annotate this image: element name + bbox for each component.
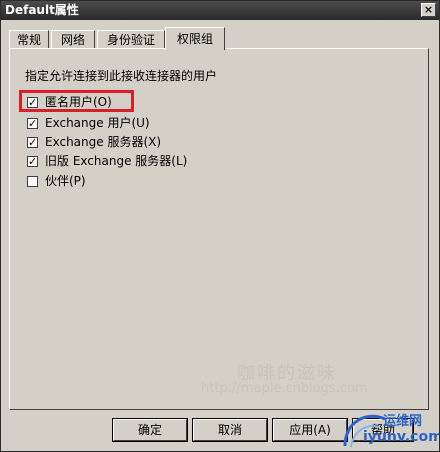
- tab-general[interactable]: 常规: [9, 30, 49, 48]
- apply-button[interactable]: 应用(A): [273, 419, 347, 441]
- checkbox-label: 伙伴(P): [45, 174, 86, 188]
- window-title: Default属性: [5, 3, 79, 17]
- exchange-users-checkbox[interactable]: ✓ Exchange 用户(U): [27, 115, 150, 131]
- checkbox-box[interactable]: [27, 175, 38, 187]
- partners-checkbox[interactable]: 伙伴(P): [27, 173, 86, 189]
- ok-button[interactable]: 确定: [113, 419, 187, 441]
- tab-permission-groups[interactable]: 权限组: [165, 27, 225, 50]
- tab-strip: 常规 网络 身份验证 权限组: [9, 27, 429, 50]
- checkbox-box[interactable]: ✓: [27, 117, 38, 129]
- close-icon[interactable]: ×: [421, 3, 436, 17]
- title-bar: Default属性 ×: [1, 1, 439, 20]
- tab-network[interactable]: 网络: [51, 30, 95, 48]
- watermark-url: http://maple.cnblogs.com: [201, 381, 368, 396]
- checkbox-label: Exchange 服务器(X): [45, 135, 162, 149]
- checkbox-label: 旧版 Exchange 服务器(L): [45, 154, 188, 168]
- checkbox-label: Exchange 用户(U): [45, 116, 150, 130]
- highlight-box: [19, 90, 134, 112]
- exchange-servers-checkbox[interactable]: ✓ Exchange 服务器(X): [27, 134, 161, 150]
- properties-dialog: Default属性 × 常规 网络 身份验证 权限组 指定允许连接到此接收连接器…: [0, 0, 440, 452]
- logo-text-cn: 运维网: [383, 414, 423, 429]
- legacy-exchange-servers-checkbox[interactable]: ✓ 旧版 Exchange 服务器(L): [27, 153, 187, 169]
- tab-authentication[interactable]: 身份验证: [97, 30, 165, 48]
- checkbox-box[interactable]: ✓: [27, 136, 38, 148]
- cancel-button[interactable]: 取消: [193, 419, 267, 441]
- logo-text-url: iyunv.com: [363, 429, 440, 445]
- checkbox-box[interactable]: ✓: [27, 155, 38, 167]
- permission-description: 指定允许连接到此接收连接器的用户: [25, 69, 218, 83]
